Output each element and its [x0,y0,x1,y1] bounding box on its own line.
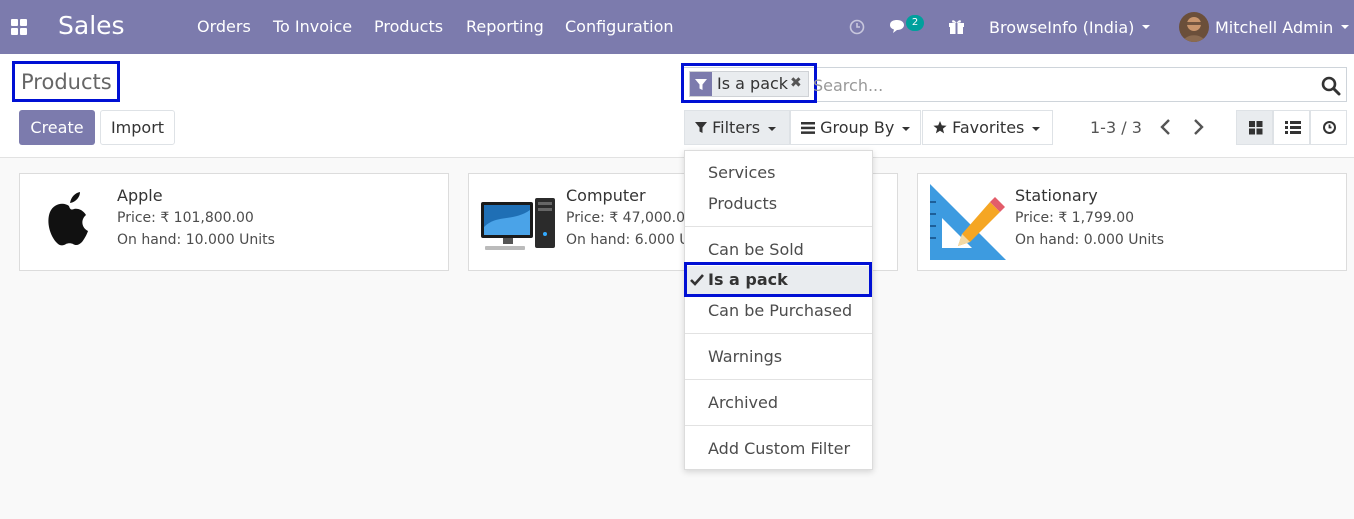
create-button[interactable]: Create [19,110,95,145]
chevron-down-icon [1341,25,1350,29]
divider [685,425,872,426]
divider [685,226,872,227]
product-name: Apple [117,186,163,205]
menu-products[interactable]: Products [374,17,443,36]
favorites-button[interactable]: Favorites [922,110,1053,145]
product-name: Computer [566,186,646,205]
menu-reporting[interactable]: Reporting [466,17,544,36]
app-name[interactable]: Sales [58,11,125,40]
group-by-label: Group By [820,118,895,137]
product-price: Price: ₹ 47,000.00 [566,210,694,226]
filters-dropdown: Services Products Can be Sold Is a pack … [684,150,873,470]
menu-to-invoice[interactable]: To Invoice [273,17,352,36]
filter-option-products[interactable]: Products [685,190,872,218]
top-navbar: Sales Orders To Invoice Products Reporti… [0,0,1354,54]
apple-image [48,192,88,246]
filter-option-services[interactable]: Services [685,159,872,187]
filter-option-warnings[interactable]: Warnings [685,343,872,371]
list-icon [1285,121,1301,134]
activity-icon [1323,121,1336,134]
star-icon [933,121,947,134]
activity-view-button[interactable] [1310,110,1347,145]
product-name: Stationary [1015,186,1098,205]
chevron-left-icon[interactable] [1158,118,1174,136]
computer-image [481,198,555,250]
chevron-down-icon [902,126,911,131]
company-switcher[interactable]: BrowseInfo (India) [989,0,1151,54]
menu-configuration[interactable]: Configuration [565,17,674,36]
company-name: BrowseInfo (India) [989,17,1135,37]
pager-value[interactable]: 1-3 / 3 [1090,118,1142,137]
filter-icon [695,122,707,133]
product-card-stationary[interactable]: Stationary Price: ₹ 1,799.00 On hand: 0.… [917,173,1347,271]
gift-icon[interactable] [948,18,965,35]
chevron-down-icon [768,126,777,131]
list-view-button[interactable] [1273,110,1310,145]
avatar[interactable] [1179,12,1209,42]
menu-orders[interactable]: Orders [197,17,251,36]
filters-button[interactable]: Filters [684,110,790,145]
filter-option-can-be-sold[interactable]: Can be Sold [685,236,872,264]
divider [685,379,872,380]
product-card-apple[interactable]: Apple Price: ₹ 101,800.00 On hand: 10.00… [19,173,449,271]
divider [685,333,872,334]
kanban-view-button[interactable] [1236,110,1273,145]
search-icon[interactable] [1321,76,1341,96]
user-name: Mitchell Admin [1215,17,1334,37]
stationary-image [930,184,1006,260]
group-by-button[interactable]: Group By [790,110,921,145]
kanban-icon [1249,121,1263,135]
message-count-badge: 2 [906,15,924,31]
search-input[interactable] [813,76,1213,95]
chevron-right-icon[interactable] [1190,118,1206,136]
favorites-label: Favorites [952,118,1025,137]
clock-icon[interactable] [849,19,865,35]
product-onhand: On hand: 10.000 Units [117,232,275,248]
facet-highlight [681,63,817,103]
page-title: Products [12,61,120,102]
apps-icon[interactable] [11,19,27,35]
user-menu[interactable]: Mitchell Admin [1215,0,1350,54]
chevron-down-icon [1142,25,1151,29]
filters-label: Filters [712,118,761,137]
product-price: Price: ₹ 1,799.00 [1015,210,1135,226]
product-onhand: On hand: 0.000 Units [1015,232,1165,248]
selected-filter-highlight [684,262,872,297]
add-custom-filter[interactable]: Add Custom Filter [685,435,872,463]
product-price: Price: ₹ 101,800.00 [117,210,254,226]
list-icon [801,122,815,134]
filter-option-can-be-purchased[interactable]: Can be Purchased [685,297,872,325]
filter-option-archived[interactable]: Archived [685,389,872,417]
chat-icon[interactable] [889,19,907,35]
import-button[interactable]: Import [100,110,175,145]
chevron-down-icon [1032,126,1041,131]
